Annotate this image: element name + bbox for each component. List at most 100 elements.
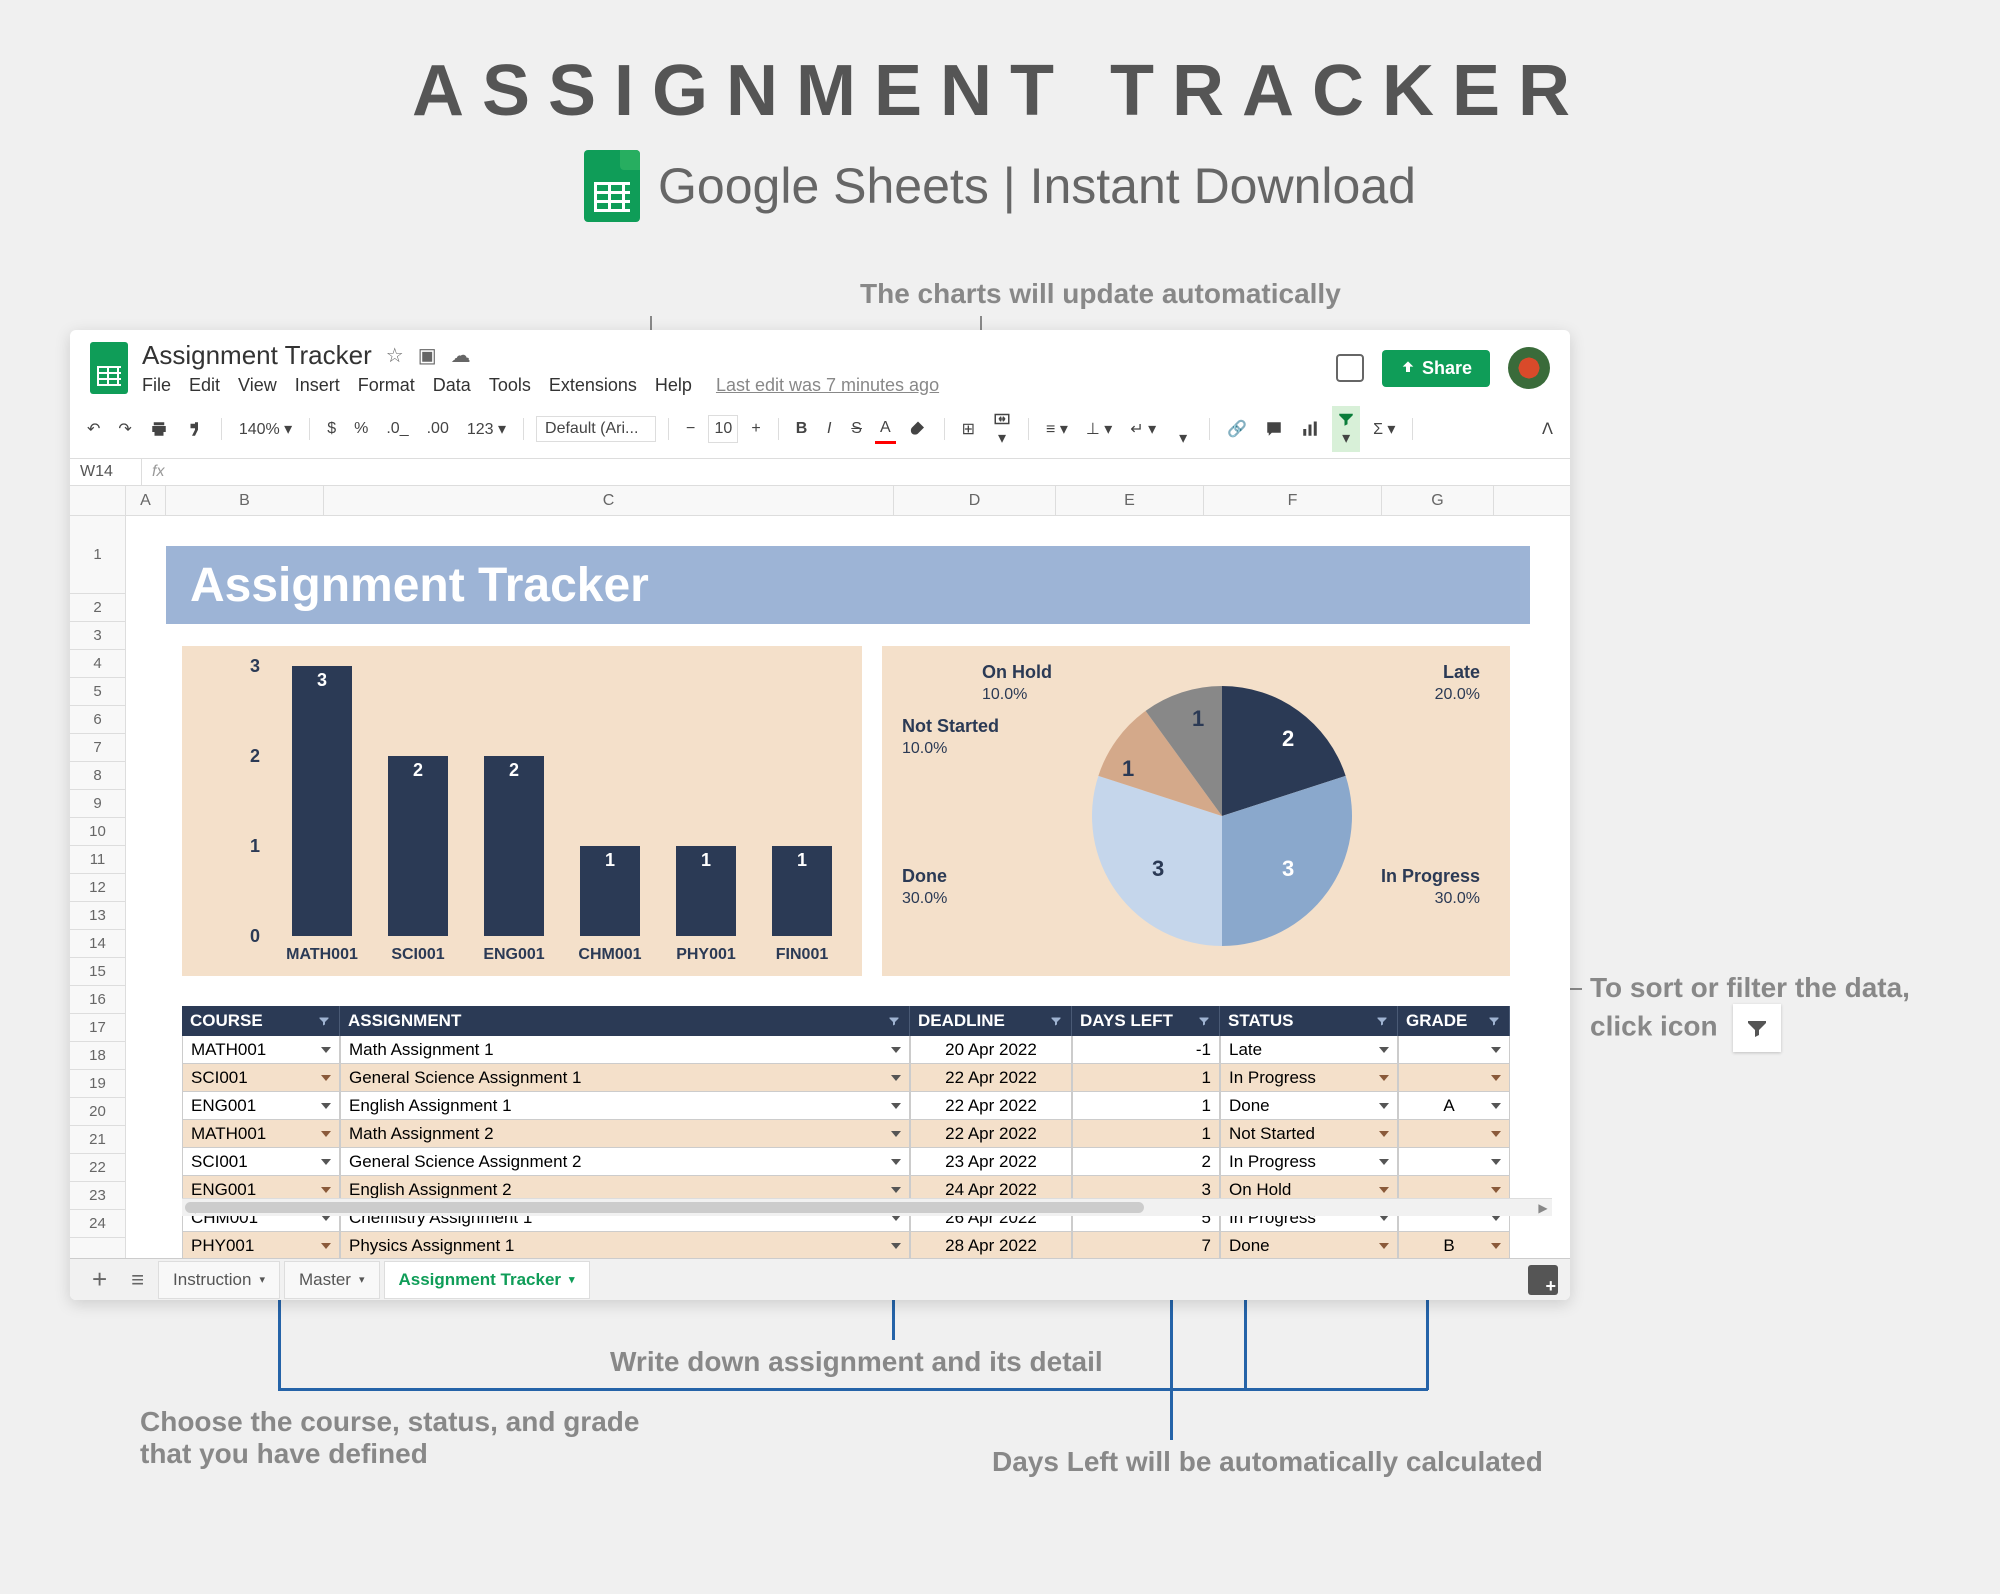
cell-reference[interactable]: W14 [70, 459, 142, 485]
dropdown-icon[interactable] [891, 1243, 901, 1249]
table-cell[interactable]: 2 [1072, 1148, 1220, 1176]
font-size-input[interactable]: 10 [708, 415, 738, 443]
row-header[interactable]: 12 [70, 874, 125, 902]
spreadsheet-grid[interactable]: Assignment Tracker 0123322111 MATH001SCI… [126, 516, 1570, 1258]
table-cell[interactable] [1398, 1064, 1510, 1092]
table-cell[interactable]: Math Assignment 1 [340, 1036, 910, 1064]
horizontal-scrollbar[interactable]: ◀ ▶ [182, 1198, 1552, 1216]
row-header[interactable]: 13 [70, 902, 125, 930]
table-cell[interactable]: PHY001 [182, 1232, 340, 1258]
dropdown-icon[interactable] [1491, 1103, 1501, 1109]
dropdown-icon[interactable] [321, 1159, 331, 1165]
dropdown-icon[interactable] [321, 1243, 331, 1249]
table-cell[interactable]: In Progress [1220, 1064, 1398, 1092]
table-cell[interactable]: MATH001 [182, 1120, 340, 1148]
table-cell[interactable]: 22 Apr 2022 [910, 1092, 1072, 1120]
col-header[interactable]: G [1382, 486, 1494, 515]
dropdown-icon[interactable] [1491, 1159, 1501, 1165]
toolbar-overflow-button[interactable]: ᐱ [1537, 415, 1558, 443]
row-header[interactable]: 3 [70, 622, 125, 650]
dropdown-icon[interactable] [891, 1075, 901, 1081]
menu-extensions[interactable]: Extensions [549, 375, 637, 396]
col-header[interactable]: F [1204, 486, 1382, 515]
fill-color-button[interactable] [904, 416, 932, 442]
decrease-decimal-button[interactable]: .0_ [381, 416, 413, 442]
dropdown-icon[interactable] [891, 1103, 901, 1109]
col-header[interactable]: E [1056, 486, 1204, 515]
table-cell[interactable]: ENG001 [182, 1092, 340, 1120]
row-header[interactable]: 11 [70, 846, 125, 874]
menu-help[interactable]: Help [655, 375, 692, 396]
table-cell[interactable]: Physics Assignment 1 [340, 1232, 910, 1258]
row-header[interactable]: 4 [70, 650, 125, 678]
dropdown-icon[interactable] [321, 1103, 331, 1109]
paint-format-button[interactable] [181, 416, 209, 442]
table-cell[interactable]: 22 Apr 2022 [910, 1064, 1072, 1092]
table-cell[interactable]: In Progress [1220, 1148, 1398, 1176]
italic-button[interactable]: I [820, 416, 838, 442]
table-cell[interactable]: 28 Apr 2022 [910, 1232, 1072, 1258]
col-header[interactable]: A [126, 486, 166, 515]
dropdown-icon[interactable] [1379, 1075, 1389, 1081]
dropdown-icon[interactable] [891, 1047, 901, 1053]
dropdown-icon[interactable] [1379, 1187, 1389, 1193]
sheet-tab[interactable]: Instruction▾ [158, 1261, 280, 1299]
row-header[interactable]: 7 [70, 734, 125, 762]
table-cell[interactable] [1398, 1036, 1510, 1064]
dropdown-icon[interactable] [1379, 1131, 1389, 1137]
dropdown-icon[interactable] [1491, 1075, 1501, 1081]
chart-button[interactable] [1296, 416, 1324, 442]
row-header[interactable]: 24 [70, 1210, 125, 1238]
menu-edit[interactable]: Edit [189, 375, 220, 396]
table-cell[interactable] [1398, 1120, 1510, 1148]
row-header[interactable]: 17 [70, 1014, 125, 1042]
font-select[interactable]: Default (Ari... [536, 416, 656, 442]
link-button[interactable]: 🔗 [1222, 415, 1252, 443]
dropdown-icon[interactable] [321, 1075, 331, 1081]
row-header[interactable]: 9 [70, 790, 125, 818]
doc-title[interactable]: Assignment Tracker [142, 340, 372, 371]
row-header[interactable]: 23 [70, 1182, 125, 1210]
cloud-icon[interactable]: ☁ [451, 343, 471, 368]
row-header[interactable]: 21 [70, 1126, 125, 1154]
dropdown-icon[interactable] [891, 1159, 901, 1165]
rotate-button[interactable]: ▾ [1169, 406, 1197, 452]
comment-button[interactable] [1260, 416, 1288, 442]
dropdown-icon[interactable] [1379, 1243, 1389, 1249]
col-header[interactable]: B [166, 486, 324, 515]
dropdown-icon[interactable] [1379, 1103, 1389, 1109]
dropdown-icon[interactable] [321, 1047, 331, 1053]
functions-button[interactable]: Σ ▾ [1368, 415, 1400, 443]
dropdown-icon[interactable] [891, 1131, 901, 1137]
row-header[interactable]: 5 [70, 678, 125, 706]
scroll-thumb[interactable] [185, 1202, 1144, 1213]
table-cell[interactable]: 20 Apr 2022 [910, 1036, 1072, 1064]
column-header[interactable]: COURSE [182, 1006, 340, 1036]
table-cell[interactable]: SCI001 [182, 1148, 340, 1176]
chevron-down-icon[interactable]: ▾ [359, 1273, 365, 1286]
filter-icon[interactable] [1375, 1015, 1389, 1027]
dropdown-icon[interactable] [1379, 1159, 1389, 1165]
print-button[interactable] [145, 416, 173, 442]
table-cell[interactable]: Math Assignment 2 [340, 1120, 910, 1148]
move-icon[interactable]: ▣ [418, 343, 437, 368]
column-header[interactable]: DEADLINE [910, 1006, 1072, 1036]
table-cell[interactable]: 23 Apr 2022 [910, 1148, 1072, 1176]
format-percent-button[interactable]: % [349, 416, 373, 442]
menu-file[interactable]: File [142, 375, 171, 396]
table-cell[interactable]: 1 [1072, 1064, 1220, 1092]
chevron-down-icon[interactable]: ▾ [569, 1273, 575, 1286]
menu-tools[interactable]: Tools [489, 375, 531, 396]
table-cell[interactable]: 1 [1072, 1120, 1220, 1148]
filter-icon[interactable] [1487, 1015, 1501, 1027]
merge-button[interactable]: ▾ [988, 406, 1016, 452]
table-cell[interactable]: 7 [1072, 1232, 1220, 1258]
bold-button[interactable]: B [791, 416, 813, 442]
table-cell[interactable]: 22 Apr 2022 [910, 1120, 1072, 1148]
redo-button[interactable]: ↷ [113, 415, 136, 443]
text-color-button[interactable]: A [875, 415, 896, 444]
menu-data[interactable]: Data [433, 375, 471, 396]
format-currency-button[interactable]: $ [322, 416, 341, 442]
undo-button[interactable]: ↶ [82, 415, 105, 443]
filter-icon[interactable] [1197, 1015, 1211, 1027]
